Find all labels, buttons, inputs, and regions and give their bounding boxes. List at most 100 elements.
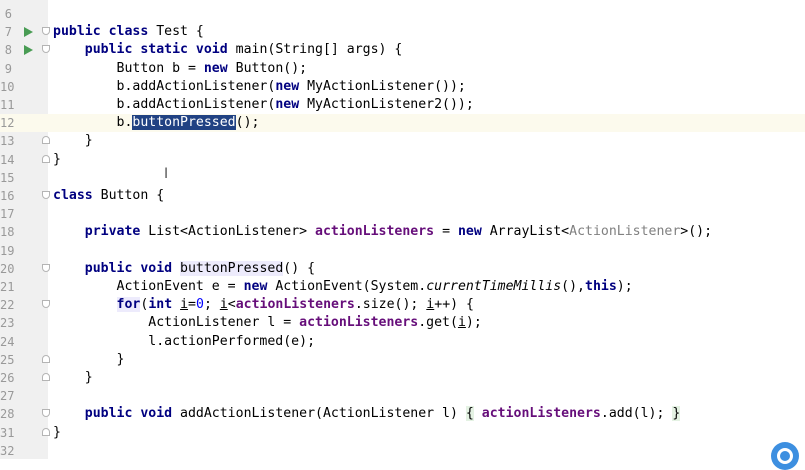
code-line[interactable]: 16 class Button { (0, 187, 805, 205)
code-text[interactable]: b.buttonPressed(); (53, 114, 259, 132)
code-token: actionListeners (299, 315, 419, 331)
code-token: ); (465, 315, 482, 331)
code-line[interactable]: 31} (0, 424, 805, 442)
code-token: public void (84, 260, 181, 276)
fold-start-icon[interactable] (42, 409, 50, 418)
code-token: this (585, 279, 617, 294)
code-text[interactable]: ActionListener l = actionListeners.get(i… (53, 314, 482, 332)
code-line[interactable]: 32 (0, 442, 805, 460)
code-text[interactable]: b.addActionListener(new MyActionListener… (53, 96, 474, 114)
code-token: l.actionPerformed(e); (53, 333, 316, 349)
code-token: } (53, 133, 93, 149)
fold-end-icon[interactable] (42, 354, 50, 363)
code-token: actionListeners (315, 224, 435, 240)
assistant-badge-icon[interactable] (771, 442, 799, 470)
code-text[interactable]: public class Test { (53, 23, 204, 41)
code-token: ActionListener l = (53, 315, 300, 331)
code-line[interactable]: 15 (0, 169, 805, 187)
code-text[interactable]: private List<ActionListener> actionListe… (53, 223, 712, 241)
code-line[interactable]: 22 for(int i=0; i<actionListeners.size()… (0, 296, 805, 314)
fold-end-icon[interactable] (42, 154, 50, 163)
code-token: } (53, 151, 61, 167)
code-token: buttonPressed (132, 115, 236, 131)
code-token: currentTimeMillis (426, 279, 562, 294)
code-token: (), (561, 279, 585, 294)
code-line[interactable]: 19 (0, 242, 805, 260)
code-token: ++) { (434, 297, 474, 313)
fold-end-icon[interactable] (42, 136, 50, 145)
code-line[interactable]: 18 private List<ActionListener> actionLi… (0, 223, 805, 241)
code-token: } (53, 370, 93, 385)
code-token: public void (84, 406, 181, 422)
code-line[interactable]: 14} (0, 151, 805, 169)
code-line[interactable]: 27 (0, 387, 805, 405)
code-line[interactable]: 10 b.addActionListener(new MyActionListe… (0, 78, 805, 96)
code-token: addActionListener(ActionListener l) (180, 406, 466, 422)
fold-start-icon[interactable] (42, 263, 50, 272)
code-text[interactable]: public void addActionListener(ActionList… (53, 405, 681, 423)
code-text[interactable]: Button b = new Button(); (53, 60, 308, 78)
code-line[interactable]: 20 public void buttonPressed() { (0, 260, 805, 278)
text-cursor-icon: I (164, 166, 169, 182)
code-line[interactable]: 9 Button b = new Button(); (0, 60, 805, 78)
code-text[interactable]: l.actionPerformed(e); (53, 333, 315, 351)
code-token: actionListeners (481, 406, 601, 422)
code-token: Button(); (235, 60, 308, 76)
line-number: 21 (0, 280, 15, 294)
line-number: 27 (0, 389, 15, 404)
fold-start-icon[interactable] (42, 27, 50, 36)
code-token: = (188, 297, 196, 313)
code-token: .size(); (354, 297, 427, 313)
code-token: buttonPressed (180, 260, 284, 276)
code-line[interactable]: 25 } (0, 351, 805, 369)
code-text[interactable]: } (53, 351, 125, 369)
code-line[interactable]: 24 l.actionPerformed(e); (0, 333, 805, 351)
code-line[interactable]: 6 (0, 5, 805, 23)
line-number: 17 (0, 207, 15, 222)
code-text[interactable]: b.addActionListener(new MyActionListener… (53, 78, 466, 96)
code-token: i (180, 297, 189, 313)
line-number: 18 (0, 225, 15, 240)
code-line[interactable]: 23 ActionListener l = actionListeners.ge… (0, 314, 805, 332)
code-token: ActionListener (569, 224, 681, 240)
code-token: b. (53, 115, 133, 131)
run-gutter-icon[interactable] (24, 27, 33, 38)
line-number: 23 (0, 316, 15, 331)
code-token: ArrayList< (489, 224, 570, 240)
fold-start-icon[interactable] (42, 300, 50, 309)
code-text[interactable]: } (53, 151, 61, 169)
code-text[interactable]: public void buttonPressed() { (53, 260, 315, 278)
fold-start-icon[interactable] (42, 45, 50, 54)
code-text[interactable]: } (53, 369, 93, 387)
code-line[interactable]: 13 } (0, 132, 805, 150)
code-token: public class (53, 24, 157, 40)
code-line[interactable]: 17 (0, 205, 805, 223)
line-number: 13 (0, 134, 15, 149)
code-line[interactable]: 11 b.addActionListener(new MyActionListe… (0, 96, 805, 114)
fold-end-icon[interactable] (42, 427, 50, 436)
fold-end-icon[interactable] (42, 373, 50, 381)
code-line[interactable]: 12 b.buttonPressed(); (0, 114, 805, 133)
code-text[interactable]: for(int i=0; i<actionListeners.size(); i… (53, 296, 474, 314)
code-line[interactable]: 7 public class Test { (0, 23, 805, 41)
code-text[interactable]: } (53, 132, 93, 150)
code-line[interactable]: 26 } (0, 369, 805, 387)
code-token: b.addActionListener( (53, 78, 276, 94)
code-text[interactable]: class Button { (53, 187, 164, 205)
code-line[interactable]: 21 ActionEvent e = new ActionEvent(Syste… (0, 278, 805, 296)
line-number: 28 (0, 407, 15, 422)
code-text[interactable]: public static void main(String[] args) { (53, 41, 403, 59)
code-token: ActionEvent e = (53, 279, 244, 294)
fold-start-icon[interactable] (42, 191, 50, 199)
run-gutter-icon[interactable] (24, 45, 33, 56)
line-number: 22 (0, 298, 15, 313)
line-number: 12 (0, 116, 15, 131)
code-editor[interactable]: 6 7 public class Test {8 public static voi… (0, 0, 805, 470)
code-token: Button { (100, 188, 165, 203)
code-text[interactable]: } (53, 424, 61, 442)
code-text[interactable]: ActionEvent e = new ActionEvent(System.c… (53, 278, 633, 296)
code-line[interactable]: 8 public static void main(String[] args)… (0, 41, 805, 59)
code-line[interactable]: 28 public void addActionListener(ActionL… (0, 405, 805, 423)
